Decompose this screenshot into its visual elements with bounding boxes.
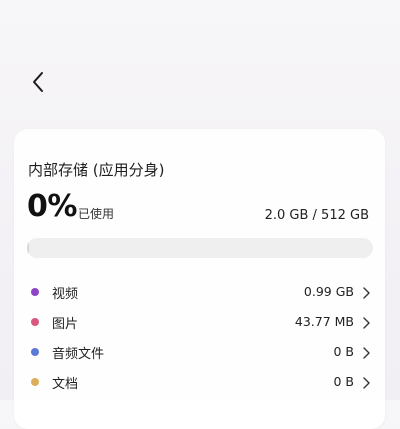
category-row-documents[interactable]: 文档 0 B xyxy=(14,367,385,397)
category-row-audio[interactable]: 音频文件 0 B xyxy=(14,337,385,367)
category-size: 0 B xyxy=(333,374,354,389)
chevron-right-icon xyxy=(361,285,371,299)
category-row-images[interactable]: 图片 43.77 MB xyxy=(14,307,385,337)
chevron-right-icon xyxy=(361,345,371,359)
category-dot xyxy=(31,318,39,326)
usage-percent: 0% xyxy=(27,189,77,224)
category-label: 音频文件 xyxy=(52,347,105,362)
category-dot xyxy=(31,378,39,386)
category-row-videos[interactable]: 视频 0.99 GB xyxy=(14,277,385,307)
category-size: 43.77 MB xyxy=(294,314,354,329)
storage-title: 内部存储 (应用分身) xyxy=(28,161,165,179)
category-list: 视频 0.99 GB 图片 43.77 MB 音频文件 0 B 文档 0 B xyxy=(14,277,385,397)
storage-progress-fill xyxy=(27,238,30,258)
category-label: 文档 xyxy=(52,377,79,392)
storage-progress-bar xyxy=(27,238,373,258)
category-size: 0.99 GB xyxy=(303,284,354,299)
chevron-right-icon xyxy=(361,375,371,389)
back-button[interactable] xyxy=(22,66,54,102)
chevron-left-icon xyxy=(30,70,46,98)
category-label: 图片 xyxy=(52,317,79,332)
category-dot xyxy=(31,288,39,296)
category-dot xyxy=(31,348,39,356)
usage-used-label: 已使用 xyxy=(78,207,115,221)
storage-card: 内部存储 (应用分身) 0% 已使用 2.0 GB / 512 GB 视频 0.… xyxy=(14,129,385,429)
category-size: 0 B xyxy=(333,344,354,359)
chevron-right-icon xyxy=(361,315,371,329)
category-label: 视频 xyxy=(52,287,79,302)
usage-total: 2.0 GB / 512 GB xyxy=(264,208,369,223)
